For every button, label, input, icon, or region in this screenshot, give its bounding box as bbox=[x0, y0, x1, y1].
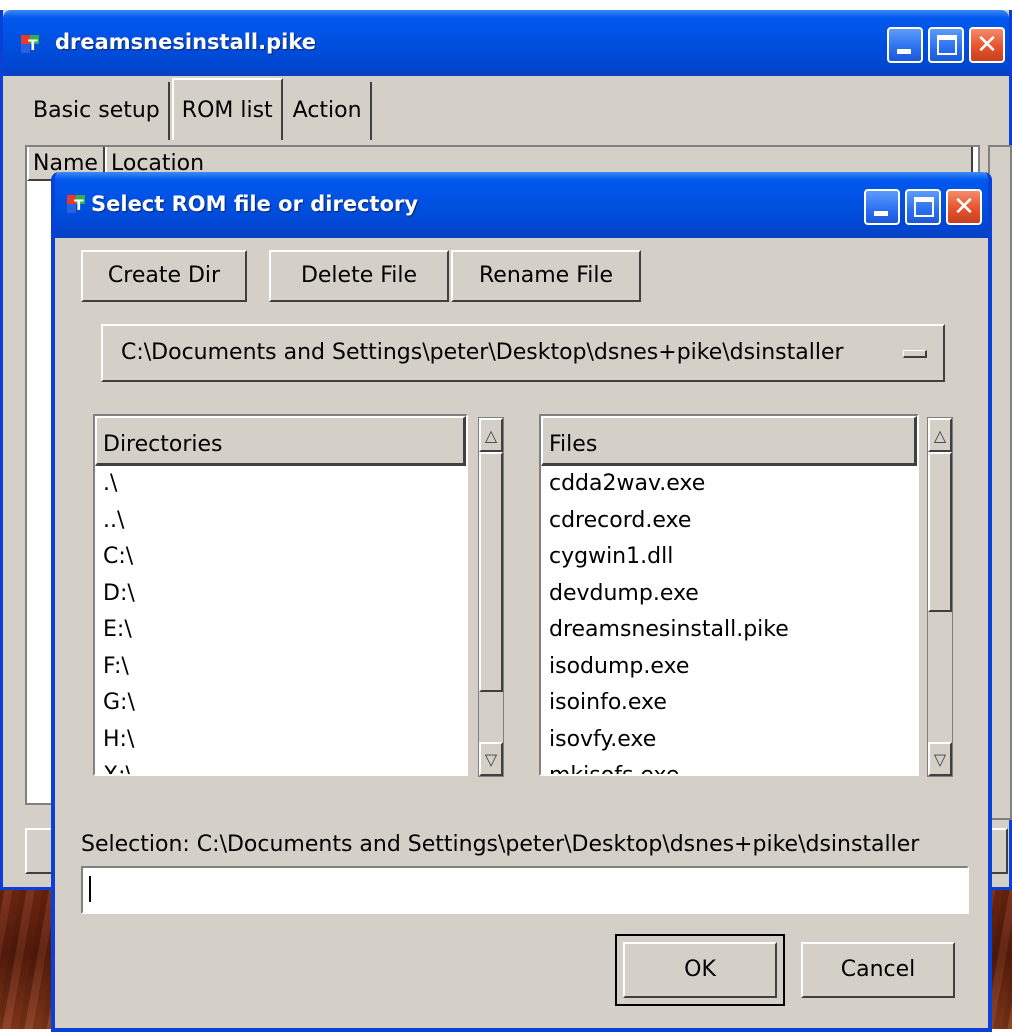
selection-input[interactable] bbox=[81, 866, 969, 914]
main-window-title: dreamsnesinstall.pike bbox=[55, 30, 316, 54]
directory-item[interactable]: .\ bbox=[95, 466, 466, 503]
minimize-icon bbox=[897, 49, 911, 54]
files-list[interactable]: Files cdda2wav.exe cdrecord.exe cygwin1.… bbox=[539, 414, 919, 776]
main-title-bar[interactable]: T dreamsnesinstall.pike ✕ bbox=[3, 10, 1009, 76]
file-item[interactable]: cygwin1.dll bbox=[541, 539, 917, 576]
tab-basic-setup[interactable]: Basic setup bbox=[25, 82, 170, 140]
select-rom-dialog: T Select ROM file or directory ✕ Create … bbox=[51, 172, 992, 1032]
minimize-button[interactable] bbox=[887, 27, 923, 63]
directory-item[interactable]: E:\ bbox=[95, 612, 466, 649]
scroll-up-arrow-icon[interactable]: △ bbox=[928, 418, 952, 452]
directory-item[interactable]: G:\ bbox=[95, 685, 466, 722]
scroll-up-arrow-icon[interactable]: △ bbox=[479, 418, 503, 452]
dialog-minimize-button[interactable] bbox=[864, 189, 900, 225]
rename-file-button[interactable]: Rename File bbox=[451, 250, 641, 302]
gtk-app-icon: T bbox=[67, 195, 85, 214]
directories-header[interactable]: Directories bbox=[95, 416, 466, 466]
file-item[interactable]: isoinfo.exe bbox=[541, 685, 917, 722]
file-item[interactable]: isovfy.exe bbox=[541, 722, 917, 759]
file-item[interactable]: devdump.exe bbox=[541, 576, 917, 613]
directory-item[interactable]: C:\ bbox=[95, 539, 466, 576]
dialog-title: Select ROM file or directory bbox=[91, 192, 419, 216]
scroll-down-arrow-icon[interactable]: ▽ bbox=[479, 742, 503, 776]
maximize-button[interactable] bbox=[928, 27, 964, 63]
dialog-maximize-button[interactable] bbox=[905, 189, 941, 225]
ok-button[interactable]: OK bbox=[623, 942, 777, 998]
close-icon: ✕ bbox=[953, 192, 975, 222]
path-dropdown-value: C:\Documents and Settings\peter\Desktop\… bbox=[121, 340, 844, 365]
file-item[interactable]: cdrecord.exe bbox=[541, 503, 917, 540]
svg-text:T: T bbox=[74, 198, 84, 214]
directory-item[interactable]: F:\ bbox=[95, 649, 466, 686]
selection-label: Selection: C:\Documents and Settings\pet… bbox=[81, 832, 920, 857]
dropdown-indicator-icon bbox=[903, 350, 927, 358]
directory-item[interactable]: H:\ bbox=[95, 722, 466, 759]
close-button[interactable]: ✕ bbox=[969, 27, 1005, 63]
tab-action[interactable]: Action bbox=[284, 82, 372, 140]
cancel-button[interactable]: Cancel bbox=[801, 942, 955, 998]
text-caret bbox=[89, 876, 91, 902]
maximize-icon bbox=[937, 35, 957, 55]
svg-text:T: T bbox=[28, 38, 38, 54]
file-item[interactable]: cdda2wav.exe bbox=[541, 466, 917, 503]
dialog-title-bar[interactable]: T Select ROM file or directory ✕ bbox=[55, 172, 988, 238]
files-header[interactable]: Files bbox=[541, 416, 917, 466]
directories-scroll-thumb[interactable] bbox=[479, 452, 503, 692]
directory-item[interactable]: D:\ bbox=[95, 576, 466, 613]
delete-file-button[interactable]: Delete File bbox=[269, 250, 449, 302]
maximize-icon bbox=[914, 197, 934, 217]
file-item[interactable]: isodump.exe bbox=[541, 649, 917, 686]
tab-rom-list[interactable]: ROM list bbox=[171, 78, 283, 140]
create-dir-button[interactable]: Create Dir bbox=[81, 250, 247, 302]
minimize-icon bbox=[874, 211, 888, 216]
directories-scrollbar[interactable]: △ ▽ bbox=[478, 417, 504, 777]
gtk-app-icon: T bbox=[21, 35, 39, 54]
files-scroll-thumb[interactable] bbox=[928, 452, 952, 612]
directory-item[interactable]: ..\ bbox=[95, 503, 466, 540]
file-item[interactable]: mkisofs.exe bbox=[541, 758, 917, 774]
files-scrollbar[interactable]: △ ▽ bbox=[927, 417, 953, 777]
directory-item[interactable]: X:\ bbox=[95, 758, 466, 774]
dialog-close-button[interactable]: ✕ bbox=[946, 189, 982, 225]
scroll-down-arrow-icon[interactable]: ▽ bbox=[928, 742, 952, 776]
file-item[interactable]: dreamsnesinstall.pike bbox=[541, 612, 917, 649]
close-icon: ✕ bbox=[976, 30, 998, 60]
directories-list[interactable]: Directories .\ ..\ C:\ D:\ E:\ F:\ G:\ H… bbox=[93, 414, 468, 776]
path-dropdown[interactable]: C:\Documents and Settings\peter\Desktop\… bbox=[101, 324, 945, 382]
tab-bar: Basic setup ROM list Action bbox=[25, 78, 374, 140]
